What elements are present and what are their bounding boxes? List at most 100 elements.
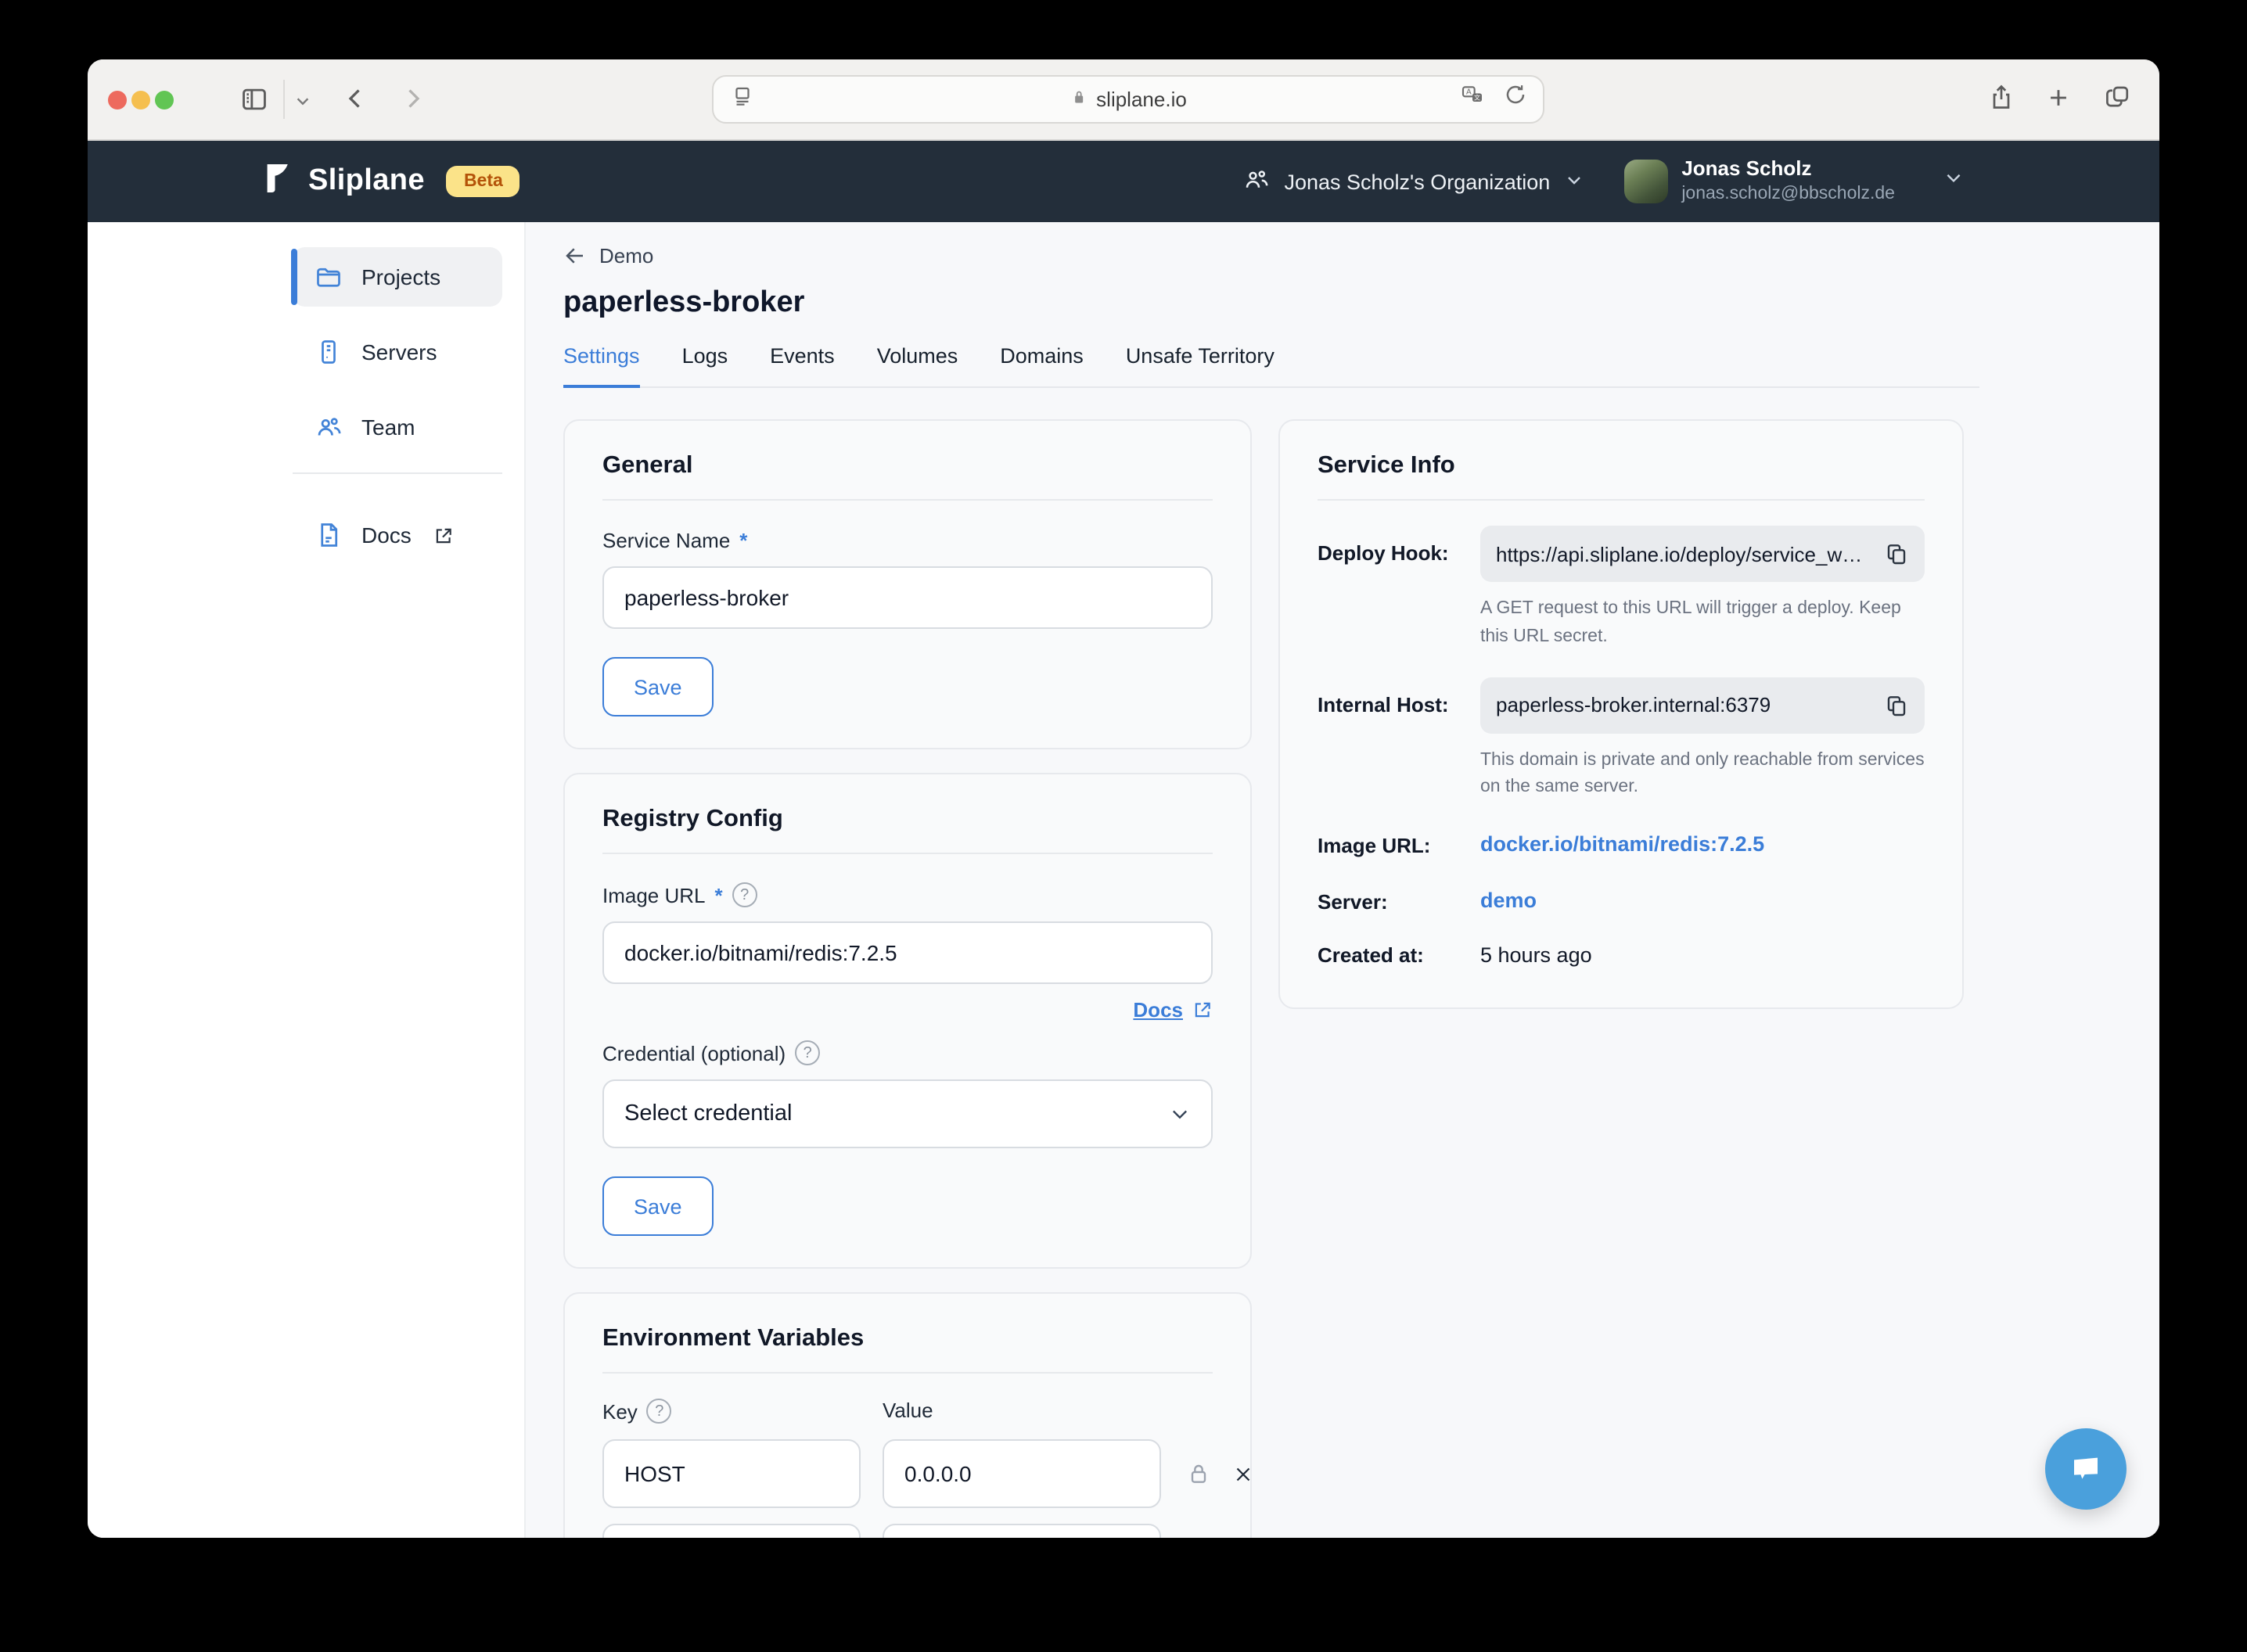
env-row	[602, 1439, 1213, 1508]
image-url-link[interactable]: docker.io/bitnami/redis:7.2.5	[1480, 833, 1764, 857]
image-url-input[interactable]	[602, 921, 1213, 984]
svg-text:A: A	[1466, 88, 1472, 97]
breadcrumb[interactable]: Demo	[563, 244, 2159, 268]
created-at-label: Created at:	[1318, 944, 1480, 968]
required-mark: *	[739, 529, 747, 552]
tab-bar: Settings Logs Events Volumes Domains Uns…	[563, 344, 1979, 388]
divider	[602, 853, 1213, 854]
sidebar-item-docs[interactable]: Docs	[293, 505, 502, 565]
copy-icon[interactable]	[1884, 692, 1909, 717]
service-info-heading: Service Info	[1318, 452, 1925, 480]
env-heading: Environment Variables	[602, 1325, 1213, 1353]
sidebar: Projects Servers Team Docs	[88, 222, 526, 1538]
chevron-down-icon	[1564, 170, 1583, 193]
chat-widget-button[interactable]	[2045, 1428, 2127, 1510]
tab-events[interactable]: Events	[770, 344, 835, 388]
folder-icon	[315, 263, 343, 291]
save-registry-button[interactable]: Save	[602, 1176, 714, 1236]
user-name: Jonas Scholz	[1681, 156, 1895, 183]
env-value-header: Value	[883, 1399, 1161, 1424]
team-icon	[315, 413, 343, 441]
server-icon	[315, 338, 343, 366]
env-key-input[interactable]	[602, 1524, 861, 1538]
main-content: Demo paperless-broker Settings Logs Even…	[526, 222, 2159, 1538]
registry-docs-link[interactable]: Docs	[1133, 998, 1213, 1022]
sidebar-item-label: Projects	[361, 264, 440, 289]
help-icon[interactable]	[647, 1399, 672, 1424]
close-window-button[interactable]	[108, 91, 127, 110]
env-row	[602, 1524, 1213, 1538]
page-title: paperless-broker	[563, 286, 2159, 321]
brand[interactable]: Sliplane Beta	[264, 162, 520, 201]
beta-badge: Beta	[447, 166, 520, 197]
forward-icon[interactable]	[399, 84, 427, 113]
chevron-down-icon	[1169, 1103, 1191, 1125]
help-icon[interactable]	[795, 1040, 820, 1065]
screenshot-stage: sliplane.io A文	[0, 0, 2247, 1652]
user-email: jonas.scholz@bbscholz.de	[1681, 183, 1895, 206]
deploy-hook-label: Deploy Hook:	[1318, 526, 1480, 652]
tabs-overview-icon[interactable]	[2103, 83, 2131, 111]
sidebar-toggle-icon[interactable]	[239, 84, 269, 114]
external-link-icon	[1192, 1000, 1213, 1020]
internal-host-note: This domain is private and only reachabl…	[1480, 747, 1925, 803]
external-link-icon	[433, 525, 454, 545]
organization-switcher[interactable]: Jonas Scholz's Organization	[1242, 165, 1583, 198]
deploy-hook-pill: https://api.sliplane.io/deploy/service_w…	[1480, 526, 1925, 582]
remove-row-icon[interactable]	[1231, 1462, 1255, 1485]
tab-unsafe-territory[interactable]: Unsafe Territory	[1126, 344, 1274, 388]
credential-select[interactable]: Select credential	[602, 1079, 1213, 1148]
sidebar-item-projects[interactable]: Projects	[293, 247, 502, 307]
browser-chrome: sliplane.io A文	[88, 59, 2159, 141]
help-icon[interactable]	[732, 882, 757, 907]
copy-icon[interactable]	[1884, 541, 1909, 566]
required-mark: *	[715, 883, 723, 907]
image-url-label: Image URL	[602, 883, 706, 907]
new-tab-icon[interactable]	[2045, 84, 2072, 111]
avatar	[1623, 160, 1667, 203]
created-at-value: 5 hours ago	[1480, 944, 1925, 968]
server-label: Server:	[1318, 890, 1480, 914]
docs-link-label: Docs	[1133, 998, 1183, 1022]
env-value-input[interactable]	[883, 1524, 1161, 1538]
sliplane-logo-icon	[264, 162, 293, 201]
tab-domains[interactable]: Domains	[1000, 344, 1084, 388]
tab-logs[interactable]: Logs	[682, 344, 728, 388]
sidebar-item-label: Team	[361, 415, 415, 440]
chat-bubble-icon	[2067, 1450, 2105, 1488]
sidebar-divider	[293, 472, 502, 474]
minimize-window-button[interactable]	[131, 91, 150, 110]
reader-icon[interactable]	[731, 84, 754, 115]
share-icon[interactable]	[1987, 83, 2015, 111]
address-bar[interactable]: sliplane.io A文	[712, 75, 1544, 124]
translate-icon[interactable]: A文	[1460, 83, 1485, 116]
env-value-input[interactable]	[883, 1439, 1161, 1508]
app-header: Sliplane Beta Jonas Scholz's Organizatio…	[88, 141, 2159, 222]
save-service-name-button[interactable]: Save	[602, 657, 714, 716]
svg-text:文: 文	[1474, 93, 1480, 101]
sidebar-item-label: Servers	[361, 339, 437, 365]
tab-settings[interactable]: Settings	[563, 344, 640, 388]
sidebar-item-team[interactable]: Team	[293, 397, 502, 457]
server-link[interactable]: demo	[1480, 889, 1537, 913]
deploy-hook-url: https://api.sliplane.io/deploy/service_w…	[1496, 542, 1871, 566]
reload-icon[interactable]	[1504, 83, 1527, 116]
back-icon[interactable]	[341, 84, 369, 113]
sidebar-item-servers[interactable]: Servers	[293, 322, 502, 382]
zoom-window-button[interactable]	[155, 91, 174, 110]
general-heading: General	[602, 452, 1213, 480]
service-name-label: Service Name	[602, 529, 730, 552]
credential-select-value: Select credential	[624, 1101, 792, 1126]
credential-label: Credential (optional)	[602, 1041, 786, 1065]
sidebar-item-label: Docs	[361, 523, 412, 548]
tab-volumes[interactable]: Volumes	[877, 344, 958, 388]
internal-host-pill: paperless-broker.internal:6379	[1480, 677, 1925, 733]
general-card: General Service Name * Save	[563, 419, 1252, 749]
service-name-input[interactable]	[602, 566, 1213, 629]
chevron-down-icon[interactable]	[294, 92, 311, 110]
env-key-input[interactable]	[602, 1439, 861, 1508]
user-menu[interactable]: Jonas Scholz jonas.scholz@bbscholz.de	[1623, 156, 1964, 206]
environment-variables-card: Environment Variables Key Value	[563, 1292, 1252, 1538]
divider	[1318, 499, 1925, 501]
lock-icon[interactable]	[1186, 1461, 1211, 1486]
